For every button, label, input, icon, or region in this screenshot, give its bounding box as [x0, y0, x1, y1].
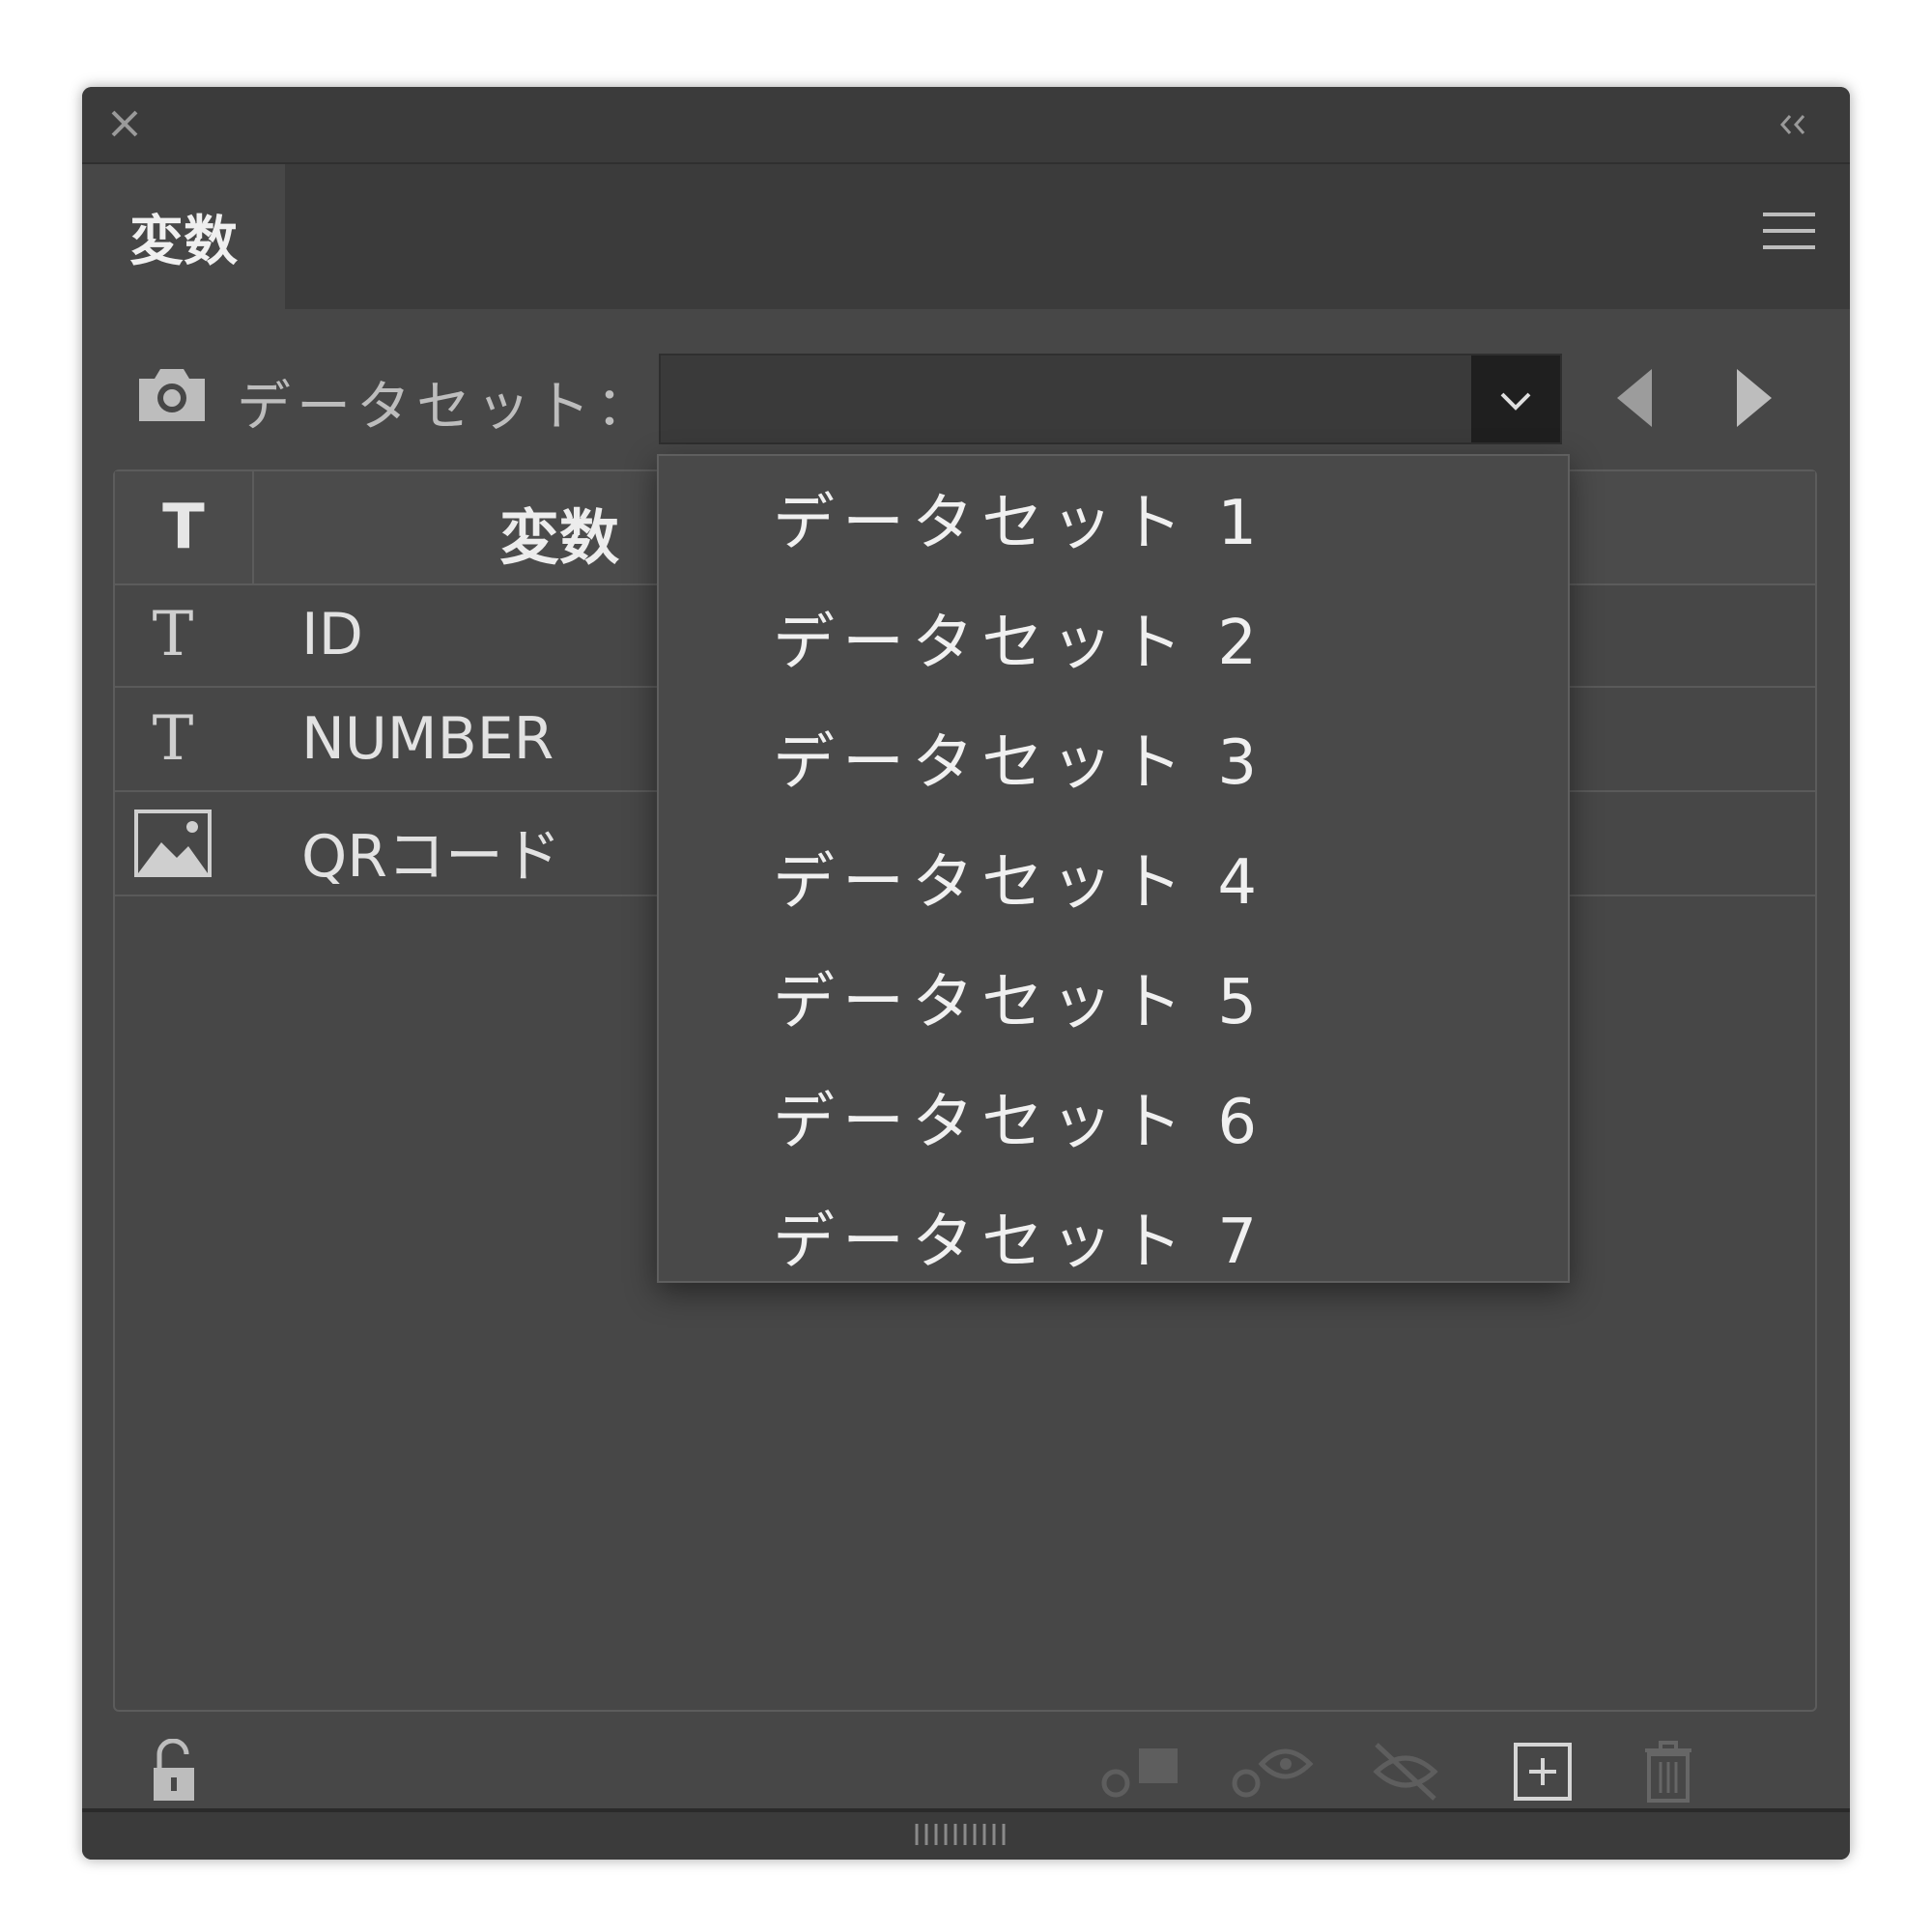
variable-name: NUMBER	[301, 705, 554, 773]
unlock-icon[interactable]	[150, 1739, 198, 1804]
text-variable-icon: T	[152, 599, 194, 670]
dataset-label: データセット：	[237, 376, 656, 439]
dropdown-option[interactable]: データセット 4	[773, 835, 1264, 931]
panel-tabbar: 変数	[82, 162, 1850, 309]
dropdown-option[interactable]: データセット 5	[773, 954, 1264, 1051]
dropdown-option[interactable]: データセット 7	[773, 1194, 1264, 1291]
dropdown-option[interactable]: データセット 6	[773, 1074, 1264, 1171]
tab-label: 変数	[129, 210, 238, 273]
column-header-type[interactable]: T	[115, 471, 254, 583]
dataset-dropdown-menu: データセット 1 データセット 2 データセット 3 データセット 4 データセ…	[657, 454, 1570, 1283]
column-header-variable[interactable]: 変数	[499, 489, 619, 576]
panel-footer	[82, 1729, 1850, 1816]
text-variable-icon: T	[152, 703, 194, 775]
make-dynamic-icon[interactable]	[1096, 1739, 1183, 1804]
dropdown-option[interactable]: データセット 1	[773, 475, 1264, 572]
variable-name: QRコード	[301, 823, 561, 891]
new-variable-icon[interactable]	[1512, 1739, 1574, 1804]
dataset-row: データセット：	[82, 346, 1850, 444]
make-visibility-dynamic-icon[interactable]	[1227, 1739, 1314, 1804]
dropdown-option[interactable]: データセット 2	[773, 595, 1264, 692]
dropdown-option[interactable]: データセット 3	[773, 715, 1264, 811]
variable-name: ID	[301, 601, 363, 668]
panel-resize-strip[interactable]	[82, 1808, 1850, 1860]
grip-icon[interactable]	[913, 1822, 1013, 1847]
unbind-variable-icon[interactable]	[1367, 1739, 1444, 1804]
dataset-select[interactable]	[659, 354, 1562, 444]
triangle-right-icon[interactable]	[1729, 367, 1776, 429]
trash-icon[interactable]	[1639, 1739, 1697, 1804]
hamburger-menu-icon[interactable]	[1763, 211, 1815, 251]
camera-icon[interactable]	[135, 365, 209, 423]
double-chevron-left-icon[interactable]	[1775, 110, 1813, 139]
triangle-left-icon[interactable]	[1613, 367, 1660, 429]
chevron-down-icon	[1500, 392, 1531, 411]
dataset-dropdown-button[interactable]	[1471, 355, 1560, 442]
tab-variables[interactable]: 変数	[82, 164, 285, 309]
image-variable-icon	[134, 810, 212, 877]
close-icon[interactable]	[105, 104, 144, 143]
panel-titlebar	[82, 87, 1850, 162]
